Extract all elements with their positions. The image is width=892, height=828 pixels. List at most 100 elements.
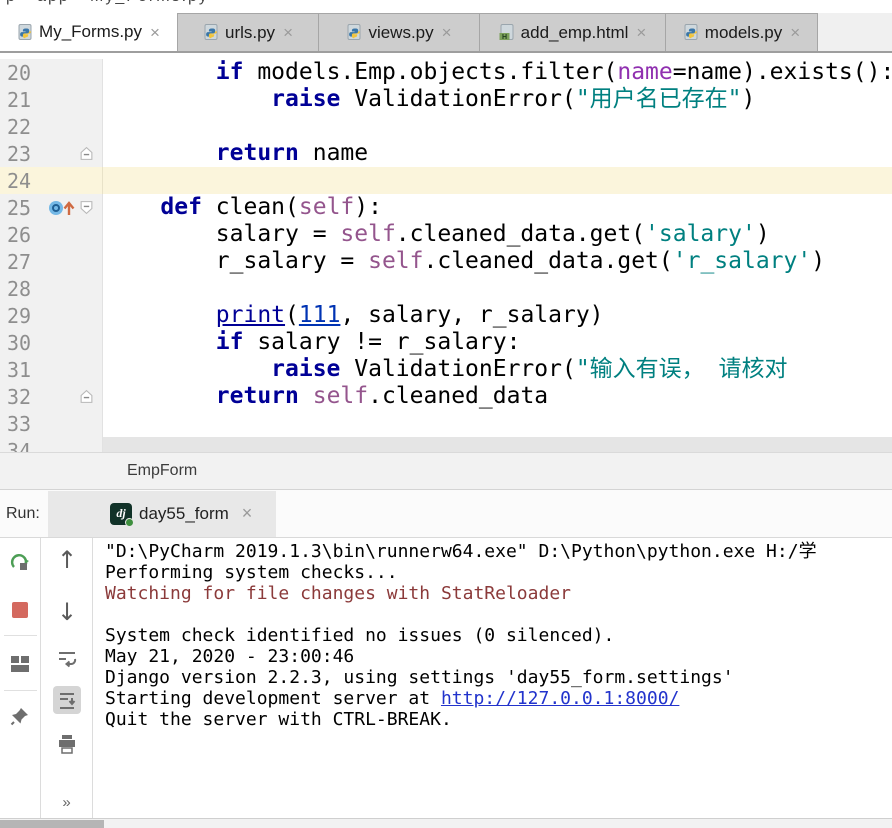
code-editor[interactable]: 20 if models.Emp.objects.filter(name=nam… (0, 53, 892, 452)
pin-icon[interactable] (6, 702, 34, 730)
close-icon[interactable]: × (283, 24, 293, 41)
code-line-20[interactable]: 20 if models.Emp.objects.filter(name=nam… (0, 59, 892, 86)
code-line-32[interactable]: 32 return self.cleaned_data (0, 383, 892, 410)
fold-slot (79, 86, 99, 113)
stop-icon[interactable] (6, 596, 34, 624)
empform-label[interactable]: EmpForm (127, 462, 197, 480)
code-line-23[interactable]: 23 return name (0, 140, 892, 167)
tab-urls-py[interactable]: urls.py × (178, 13, 319, 51)
up-arrow-icon[interactable]: ↑ (53, 546, 81, 574)
breadcrumb-strip[interactable]: p › app › My_Forms.py (0, 0, 892, 13)
gutter: 23 (0, 140, 103, 167)
django-icon: dj (110, 503, 132, 525)
console-line: May 21, 2020 - 23:00:46 (105, 646, 892, 667)
run-label: Run: (6, 505, 48, 523)
run-config-tab-day55_form[interactable]: dj day55_form × (48, 491, 276, 537)
scroll-to-end-icon[interactable] (53, 686, 81, 714)
line-number[interactable]: 23 (0, 142, 45, 166)
down-arrow-icon[interactable]: ↓ (53, 598, 81, 626)
line-number[interactable]: 21 (0, 88, 45, 112)
code-line-34[interactable]: 34 (0, 437, 892, 452)
empform-breadcrumb-bar: EmpForm (0, 452, 892, 490)
gutter: 24 (0, 167, 103, 194)
fold-marker-icon[interactable] (79, 140, 99, 167)
gutter: 26 (0, 221, 103, 248)
code-line-27[interactable]: 27 r_salary = self.cleaned_data.get('r_s… (0, 248, 892, 275)
code-line-25[interactable]: 25 def clean(self): (0, 194, 892, 221)
line-number[interactable]: 25 (0, 196, 45, 220)
override-method-icon (47, 198, 77, 218)
fold-marker-icon[interactable] (79, 194, 99, 221)
tab-My_Forms-py[interactable]: My_Forms.py × (0, 13, 178, 51)
restore-layout-icon[interactable] (6, 650, 34, 678)
close-icon[interactable]: × (790, 24, 800, 41)
fold-slot (79, 356, 99, 383)
code-line-21[interactable]: 21 raise ValidationError("用户名已存在") (0, 86, 892, 113)
scrollbar-thumb[interactable] (0, 820, 104, 828)
close-icon[interactable]: × (150, 24, 160, 41)
svg-text:H: H (502, 34, 507, 41)
console-line: Starting development server at http://12… (105, 688, 892, 709)
console-line: Watching for file changes with StatReloa… (105, 583, 892, 604)
tab-label: My_Forms.py (39, 22, 142, 42)
fold-slot (79, 329, 99, 356)
line-number[interactable]: 29 (0, 304, 45, 328)
fold-slot (79, 221, 99, 248)
code-line-29[interactable]: 29 print(111, salary, r_salary) (0, 302, 892, 329)
tab-models-py[interactable]: models.py × (666, 13, 818, 51)
console-output[interactable]: "D:\PyCharm 2019.1.3\bin\runnerw64.exe" … (105, 541, 892, 730)
line-number[interactable]: 22 (0, 115, 45, 139)
code-text (103, 275, 892, 302)
line-number[interactable]: 30 (0, 331, 45, 355)
code-line-28[interactable]: 28 (0, 275, 892, 302)
fold-marker-icon[interactable] (79, 383, 99, 410)
tab-views-py[interactable]: views.py× (319, 13, 480, 51)
tab-add_emp-html[interactable]: Hadd_emp.html× (480, 13, 666, 51)
rerun-icon[interactable] (6, 548, 34, 576)
override-method-icon[interactable] (45, 194, 79, 221)
python-file-icon (346, 24, 363, 41)
code-text: raise ValidationError("用户名已存在") (103, 86, 892, 113)
tab-label: urls.py (225, 23, 275, 43)
close-icon[interactable]: × (636, 24, 646, 41)
line-number[interactable]: 28 (0, 277, 45, 301)
editor-tab-bar: My_Forms.py×urls.py×views.py×Hadd_emp.ht… (0, 13, 892, 53)
code-line-24[interactable]: 24 (0, 167, 892, 194)
code-line-33[interactable]: 33 (0, 410, 892, 437)
tab-label: models.py (705, 23, 782, 43)
gutter-icon-slot (45, 383, 79, 410)
code-line-22[interactable]: 22 (0, 113, 892, 140)
python-file-icon (203, 24, 220, 41)
close-icon[interactable]: × (442, 24, 452, 41)
pycharm-window: p › app › My_Forms.py My_Forms.py×urls.p… (0, 0, 892, 828)
code-text (103, 167, 892, 194)
toolbar-separator (4, 635, 37, 636)
fold-slot (79, 275, 99, 302)
line-number[interactable]: 26 (0, 223, 45, 247)
console-line: Quit the server with CTRL-BREAK. (105, 709, 892, 730)
soft-wrap-icon[interactable] (53, 644, 81, 672)
gutter: 32 (0, 383, 103, 410)
code-line-26[interactable]: 26 salary = self.cleaned_data.get('salar… (0, 221, 892, 248)
code-text (103, 410, 892, 437)
running-status-dot (125, 518, 134, 527)
line-number[interactable]: 33 (0, 412, 45, 436)
line-number[interactable]: 20 (0, 61, 45, 85)
print-icon[interactable] (53, 730, 81, 758)
line-number[interactable]: 31 (0, 358, 45, 382)
line-number[interactable]: 27 (0, 250, 45, 274)
server-url-link[interactable]: http://127.0.0.1:8000/ (441, 688, 679, 709)
gutter: 27 (0, 248, 103, 275)
gutter: 31 (0, 356, 103, 383)
line-number[interactable]: 34 (0, 439, 45, 453)
line-number[interactable]: 32 (0, 385, 45, 409)
code-line-31[interactable]: 31 raise ValidationError("输入有误， 请核对 (0, 356, 892, 383)
python-file-icon (17, 24, 34, 41)
fold-slot (79, 167, 99, 194)
line-number[interactable]: 24 (0, 169, 45, 193)
more-icon[interactable]: » (53, 788, 81, 816)
fold-slot (79, 302, 99, 329)
code-line-30[interactable]: 30 if salary != r_salary: (0, 329, 892, 356)
close-icon[interactable]: × (242, 503, 253, 524)
console-line: Django version 2.2.3, using settings 'da… (105, 667, 892, 688)
